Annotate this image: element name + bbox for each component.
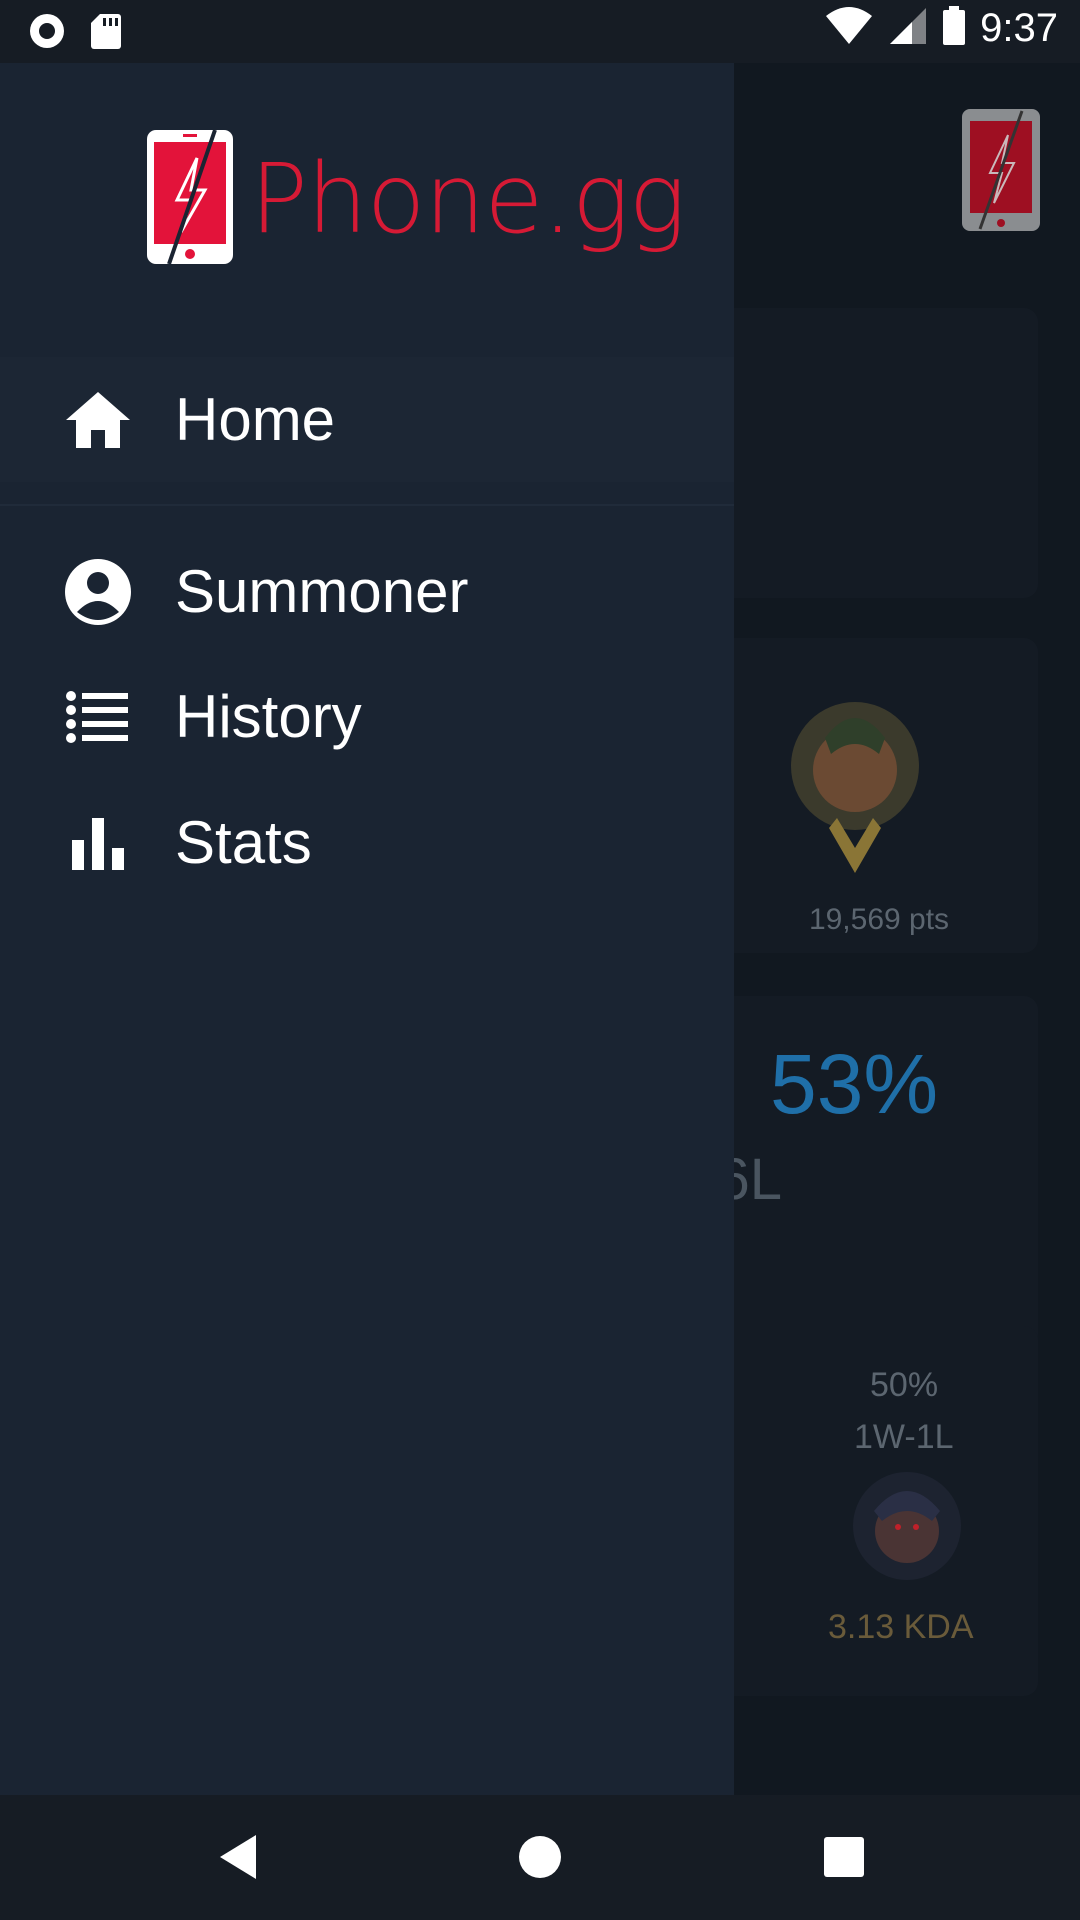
phone-logo-icon (145, 128, 235, 266)
recents-icon[interactable] (814, 1827, 874, 1887)
home-icon (64, 386, 132, 454)
recent-kda: 3.13 KDA (828, 1608, 974, 1646)
back-icon[interactable] (208, 1827, 268, 1887)
system-navigation-bar (0, 1795, 1080, 1920)
battery-icon (942, 6, 966, 51)
navigation-drawer: Phone.gg Home Summoner History Stats (0, 63, 734, 1795)
drawer-item-label: Home (175, 386, 336, 453)
account-circle-icon (64, 558, 132, 626)
drawer-item-summoner[interactable]: Summoner (0, 529, 734, 654)
champion-portrait (785, 698, 925, 878)
sd-card-icon (90, 12, 122, 55)
signal-icon (888, 6, 928, 51)
brand-name: Phone.gg (250, 143, 686, 255)
record-icon (28, 12, 66, 55)
winrate-value: 53% (770, 1037, 939, 1131)
recent-winrate: 50% (870, 1366, 939, 1404)
recent-champion-portrait (852, 1471, 962, 1581)
drawer-item-history[interactable]: History (0, 654, 734, 779)
drawer-header: Phone.gg (0, 63, 734, 313)
drawer-item-stats[interactable]: Stats (0, 780, 734, 905)
status-bar: 9:37 (0, 0, 1080, 63)
recent-record: 1W-1L (854, 1418, 954, 1456)
drawer-item-label: History (175, 683, 362, 750)
clock: 9:37 (980, 6, 1058, 50)
drawer-divider (0, 504, 734, 506)
list-icon (64, 683, 132, 751)
home-circle-icon[interactable] (510, 1827, 570, 1887)
drawer-item-label: Summoner (175, 558, 469, 625)
bar-chart-icon (64, 809, 132, 877)
phone-logo-icon[interactable] (960, 107, 1042, 233)
drawer-item-label: Stats (175, 809, 312, 876)
wifi-icon (824, 6, 874, 51)
drawer-item-home[interactable]: Home (0, 357, 734, 482)
